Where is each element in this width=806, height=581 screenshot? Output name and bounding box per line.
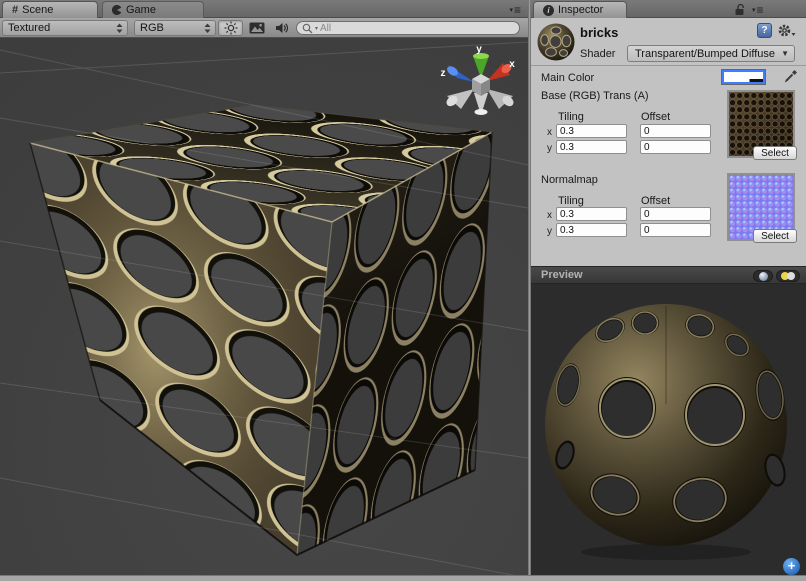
main-color-swatch[interactable] <box>722 70 765 84</box>
scene-viewport[interactable]: y z x <box>0 38 528 575</box>
lock-icon[interactable] <box>733 3 747 16</box>
material-preview-area[interactable] <box>531 284 806 575</box>
normalmap-select-button[interactable]: Select <box>753 229 797 243</box>
lights-icon-white <box>787 272 795 280</box>
base-tiling-y-input[interactable] <box>556 140 627 154</box>
tab-game[interactable]: Game <box>102 1 204 18</box>
tab-scene[interactable]: # Scene <box>2 1 98 18</box>
scene-search-input[interactable] <box>320 23 490 34</box>
speaker-icon <box>275 21 290 35</box>
tab-scene-label: Scene <box>22 4 53 16</box>
tab-inspector-label: Inspector <box>558 4 603 16</box>
normal-tiling-x-input[interactable] <box>556 207 627 221</box>
updown-arrows-icon <box>116 23 123 34</box>
render-mode-value: Textured <box>8 22 50 34</box>
shader-label: Shader <box>580 48 615 60</box>
chevron-down-icon: ▼ <box>781 49 789 58</box>
axis-x-label: x <box>547 210 552 221</box>
shader-dropdown[interactable]: Transparent/Bumped Diffuse ▼ <box>627 45 795 62</box>
grid-icon: # <box>12 4 18 16</box>
scene-panel: # Scene Game ▾≡ Textured RGB <box>0 0 528 575</box>
normal-offset-label: Offset <box>641 195 670 207</box>
help-icon[interactable]: ? <box>757 23 772 38</box>
normal-offset-y-input[interactable] <box>640 223 711 237</box>
image-icon <box>249 22 265 34</box>
normal-tiling-y-input[interactable] <box>556 223 627 237</box>
scene-search-field[interactable]: ▾ <box>296 21 520 35</box>
normalmap-label: Normalmap <box>541 174 598 186</box>
color-mode-value: RGB <box>140 22 164 34</box>
shader-value: Transparent/Bumped Diffuse <box>635 48 775 60</box>
window-bottom-strip <box>0 575 806 581</box>
sun-icon <box>224 21 238 35</box>
pacman-icon <box>112 5 122 15</box>
preview-lighting-button[interactable] <box>776 270 800 282</box>
color-mode-dropdown[interactable]: RGB <box>134 20 216 36</box>
search-filter-caret: ▾ <box>315 25 318 32</box>
tab-inspector[interactable]: i Inspector <box>533 1 627 18</box>
gear-icon[interactable] <box>777 23 797 38</box>
offset-label: Offset <box>641 111 670 123</box>
axis-y-label: y <box>547 226 552 237</box>
tiling-label: Tiling <box>558 111 584 123</box>
axis-x-label: x <box>547 127 552 138</box>
tab-game-label: Game <box>126 4 156 16</box>
axis-y-label: y <box>547 143 552 154</box>
gizmo-z-label: z <box>441 68 446 79</box>
base-offset-y-input[interactable] <box>640 140 711 154</box>
plus-icon: + <box>788 558 796 573</box>
inspector-panel: i Inspector ▾≡ <box>531 0 806 575</box>
info-icon: i <box>543 5 554 16</box>
add-button[interactable]: + <box>783 558 800 575</box>
material-header: bricks Shader Transparent/Bumped Diffuse… <box>531 18 806 66</box>
audio-toggle-button[interactable] <box>270 20 294 36</box>
base-offset-x-input[interactable] <box>640 124 711 138</box>
preview-mesh-button[interactable] <box>753 270 773 282</box>
scene-3d-render: y z x <box>0 38 528 575</box>
eyedropper-icon[interactable] <box>783 68 799 84</box>
main-color-label: Main Color <box>541 72 594 84</box>
render-mode-dropdown[interactable]: Textured <box>2 20 128 36</box>
skybox-toggle-button[interactable] <box>245 20 269 36</box>
normal-tiling-label: Tiling <box>558 195 584 207</box>
inspector-tabbar: i Inspector ▾≡ <box>531 0 806 18</box>
inspector-menu-icon[interactable]: ▾≡ <box>752 4 765 16</box>
alpha-bar <box>724 79 763 82</box>
scene-panel-menu-icon[interactable]: ▾≡ <box>509 4 522 16</box>
normal-offset-x-input[interactable] <box>640 207 711 221</box>
unity-editor-window: # Scene Game ▾≡ Textured RGB <box>0 0 806 581</box>
preview-title: Preview <box>541 269 583 281</box>
scene-toolbar: Textured RGB <box>0 18 528 38</box>
preview-sphere <box>531 284 806 575</box>
preview-header[interactable]: Preview <box>531 266 806 284</box>
base-texture-select-button[interactable]: Select <box>753 146 797 160</box>
updown-arrows-icon <box>204 23 211 34</box>
base-map-label: Base (RGB) Trans (A) <box>541 90 649 102</box>
material-preview-icon <box>536 22 576 62</box>
base-tiling-x-input[interactable] <box>556 124 627 138</box>
material-name: bricks <box>580 25 618 40</box>
scene-tabbar: # Scene Game ▾≡ <box>0 0 528 18</box>
gizmo-x-label: x <box>509 59 515 70</box>
sphere-icon <box>759 272 768 281</box>
lighting-toggle-button[interactable] <box>218 20 243 36</box>
search-icon <box>302 23 313 34</box>
gizmo-y-label: y <box>476 44 482 55</box>
